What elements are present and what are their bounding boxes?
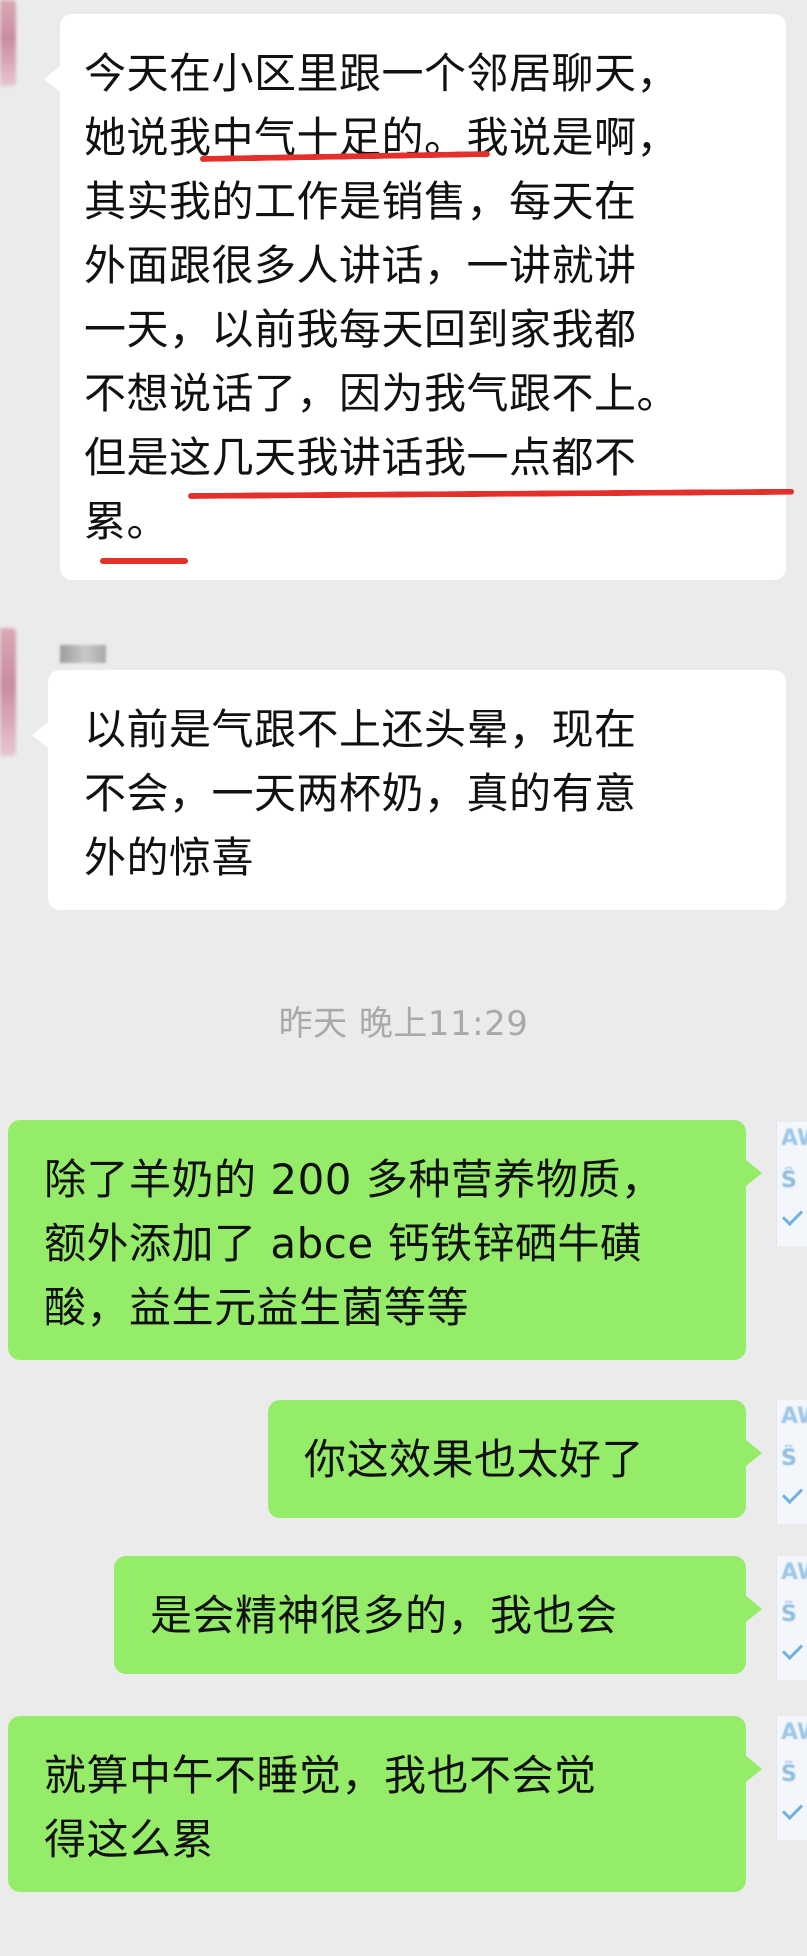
outgoing-message-bubble[interactable]: 你这效果也太好了 — [268, 1400, 762, 1518]
check-icon — [781, 1638, 804, 1661]
incoming-message-bubble[interactable]: 以前是气跟不上还头晕，现在 不会，一天两杯奶，真的有意 外的惊喜 — [32, 670, 786, 910]
check-icon — [781, 1482, 804, 1505]
self-avatar[interactable]: AW Ŝ — [776, 1716, 807, 1840]
avatar-logo-text: Ŝ — [781, 1602, 797, 1627]
avatar-logo-text: Ŝ — [781, 1168, 797, 1193]
message-text-line: 酸，益生元益生菌等等 — [44, 1283, 470, 1332]
message-text-line: 不想说话了，因为我气跟不上。 — [84, 369, 680, 418]
contact-avatar[interactable] — [0, 628, 16, 756]
message-text-line: 外面跟很多人讲话，一讲就讲 — [84, 241, 637, 290]
outgoing-message-bubble[interactable]: 是会精神很多的，我也会 — [114, 1556, 762, 1674]
contact-nickname-blurred — [60, 645, 106, 663]
message-text-line: 得这么累 — [44, 1815, 215, 1864]
outgoing-message-bubble[interactable]: 除了羊奶的 200 多种营养物质， 额外添加了 abce 钙铁锌硒牛磺 酸，益生… — [8, 1120, 762, 1360]
self-avatar[interactable]: AW Ŝ — [776, 1556, 807, 1680]
contact-avatar[interactable] — [0, 0, 16, 86]
message-text-line: 今天在小区里跟一个邻居聊天， — [84, 49, 680, 98]
message-text-line: 除了羊奶的 200 多种营养物质， — [44, 1155, 664, 1204]
avatar-logo-text: AW — [781, 1560, 807, 1585]
avatar-logo-text: Ŝ — [781, 1762, 797, 1787]
chat-view: 今天在小区里跟一个邻居聊天， 她说我中气十足的。我说是啊， 其实我的工作是销售，… — [0, 0, 807, 1956]
self-avatar[interactable]: AW Ŝ — [776, 1122, 807, 1246]
message-text-line: 但是这几天我讲话我一点都不 — [84, 433, 637, 482]
message-text-line: 以前是气跟不上还头晕，现在 — [84, 705, 637, 754]
message-timestamp: 昨天 晚上11:29 — [278, 1004, 529, 1044]
avatar-logo-text: AW — [781, 1126, 807, 1151]
message-text-line: 是会精神很多的，我也会 — [150, 1591, 618, 1640]
message-text-line: 她说我中气十足的。我说是啊， — [84, 113, 680, 162]
avatar-logo-text: AW — [781, 1404, 807, 1429]
message-text-line: 外的惊喜 — [84, 833, 255, 882]
message-text-line: 累。 — [84, 497, 170, 546]
check-icon — [781, 1798, 804, 1821]
self-avatar[interactable]: AW Ŝ — [776, 1400, 807, 1524]
avatar-logo-text: AW — [781, 1720, 807, 1745]
highlight-underline — [100, 558, 188, 564]
avatar-logo-text: Ŝ — [781, 1446, 797, 1471]
message-text-line: 不会，一天两杯奶，真的有意 — [84, 769, 637, 818]
outgoing-message-bubble[interactable]: 就算中午不睡觉，我也不会觉 得这么累 — [8, 1716, 762, 1892]
message-text-line: 一天，以前我每天回到家我都 — [84, 305, 637, 354]
message-text-line: 其实我的工作是销售，每天在 — [84, 177, 637, 226]
message-text-line: 就算中午不睡觉，我也不会觉 — [44, 1751, 597, 1800]
message-text-line: 你这效果也太好了 — [304, 1435, 645, 1484]
check-icon — [781, 1204, 804, 1227]
message-text-line: 额外添加了 abce 钙铁锌硒牛磺 — [44, 1219, 643, 1268]
